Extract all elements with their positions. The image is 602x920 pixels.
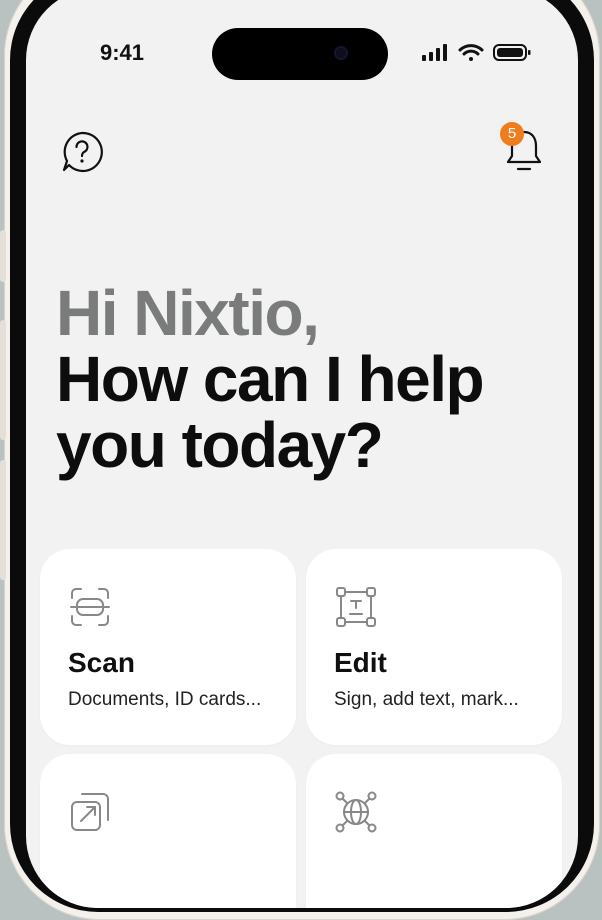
notification-badge: 5 xyxy=(500,122,524,146)
card-title: Edit xyxy=(334,647,387,678)
greeting-prompt-line-2: you today? xyxy=(56,409,384,481)
card-title: Scan xyxy=(68,647,135,678)
card-subtitle: Documents, ID cards... xyxy=(68,689,262,710)
globe-network-icon xyxy=(334,790,378,834)
phone-side-button xyxy=(0,230,6,282)
greeting-name: Hi Nixtio, xyxy=(56,277,320,349)
question-circle-icon xyxy=(62,131,103,173)
text-edit-icon xyxy=(334,585,378,629)
camera-icon xyxy=(334,46,348,60)
export-card[interactable] xyxy=(40,754,296,908)
scan-frame-icon xyxy=(68,585,112,629)
edit-card[interactable]: Edit Sign, add text, mark... xyxy=(306,549,562,745)
status-time: 9:41 xyxy=(100,40,145,65)
phone-side-button xyxy=(0,320,6,440)
card-subtitle: Sign, add text, mark... xyxy=(334,689,519,710)
phone-side-button xyxy=(0,460,6,580)
wifi-icon xyxy=(458,44,484,61)
notifications-button[interactable]: 5 xyxy=(500,122,548,176)
greeting-heading: Hi Nixtio, How can I help you today? xyxy=(56,277,485,481)
translate-card[interactable] xyxy=(306,754,562,908)
export-arrow-icon xyxy=(68,790,112,834)
app-screen: 9:41 5 Hi Nixtio, How can I help you tod… xyxy=(26,0,578,908)
scan-card[interactable]: Scan Documents, ID cards... xyxy=(40,549,296,745)
status-icons xyxy=(422,42,534,64)
dynamic-island xyxy=(212,28,388,80)
signal-icon xyxy=(422,44,447,61)
help-button[interactable] xyxy=(60,130,104,174)
greeting-prompt-line-1: How can I help xyxy=(56,343,485,415)
battery-icon xyxy=(493,44,531,61)
